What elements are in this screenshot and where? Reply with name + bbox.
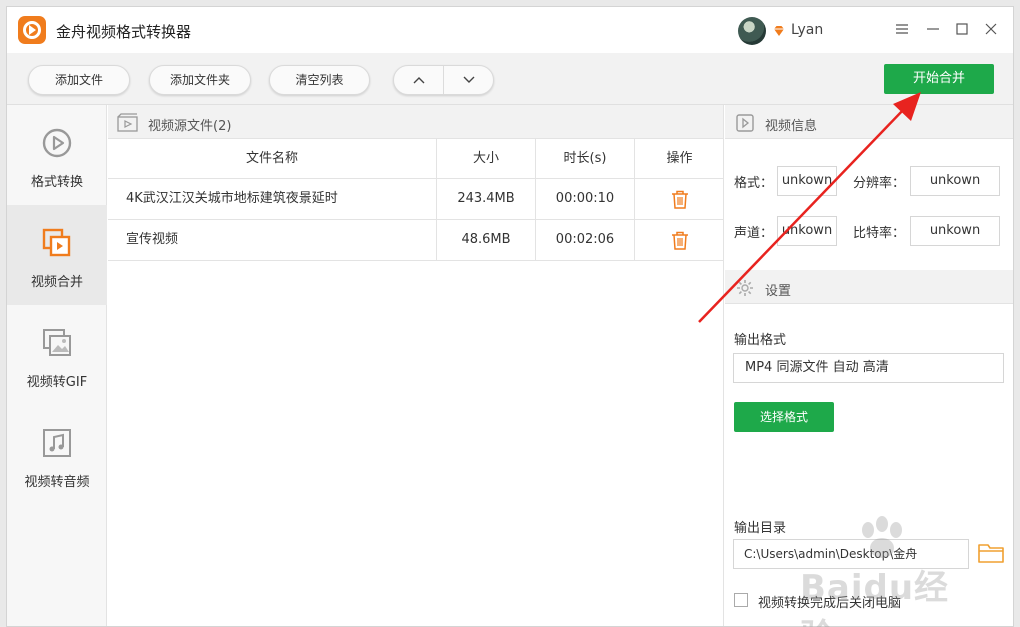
user-avatar[interactable] [738,17,766,45]
file-name: 宣传视频 [108,220,437,260]
column-header-action: 操作 [666,151,693,166]
folder-icon[interactable] [978,542,1004,564]
resolution-label: 分辨率： [853,176,906,191]
output-format-label: 输出格式 [734,333,787,348]
move-up-button[interactable] [394,66,444,94]
video-file-icon [117,113,138,132]
maximize-icon[interactable] [953,20,971,38]
sidebar-item-label: 视频合并 [30,275,83,290]
output-dir-field[interactable]: C:\Users\admin\Desktop\金舟 [733,539,969,569]
output-dir-label: 输出目录 [734,521,787,536]
file-actions [635,179,724,219]
app-logo-icon [18,16,46,44]
clear-list-button[interactable]: 清空列表 [269,65,370,95]
file-list-panel: 视频源文件(2) 文件名称 大小 时长(s) 操作 4K武汉江汉关城市地标建筑夜… [108,105,724,626]
choose-format-button[interactable]: 选择格式 [734,402,834,432]
video-info-header: 视频信息 [725,105,1013,139]
chevron-up-icon [413,77,424,84]
trash-icon[interactable] [671,190,689,209]
sidebar: 格式转换 视频合并 视频转GIF 视频转音频 [7,105,107,626]
app-window: 金舟视频格式转换器 Lyan 添加文件 添加文件夹 清空列表 开始合并 格式转换… [6,6,1014,627]
app-title: 金舟视频格式转换器 [56,23,192,41]
sidebar-item-format-convert[interactable]: 格式转换 [7,105,107,205]
start-merge-button[interactable]: 开始合并 [884,64,994,94]
gear-icon [737,280,753,296]
output-format-field[interactable]: MP4 同源文件 自动 高清 [733,353,1004,383]
table-header: 文件名称 大小 时长(s) 操作 [108,139,724,179]
shutdown-checkbox[interactable] [734,593,748,607]
video-merge-icon [42,228,71,257]
sidebar-item-label: 视频转音频 [24,475,90,490]
play-circle-icon [42,128,72,158]
file-name: 4K武汉江汉关城市地标建筑夜景延时 [108,179,437,219]
file-duration: 00:00:10 [536,179,635,219]
title-bar: 金舟视频格式转换器 Lyan [7,7,1013,53]
image-icon [43,329,71,356]
settings-header: 设置 [725,270,1013,304]
resolution-value: unkown [910,166,1000,196]
video-info-title: 视频信息 [765,119,818,134]
right-panel: 视频信息 格式： unkown 分辨率： unkown 声道： unkown 比… [725,105,1013,626]
vip-diamond-icon [774,26,784,36]
format-label: 格式： [734,176,774,191]
channel-label: 声道： [734,226,774,241]
sidebar-item-video-to-audio[interactable]: 视频转音频 [7,405,107,505]
minimize-icon[interactable] [924,20,942,38]
trash-icon[interactable] [671,231,689,250]
reorder-buttons [393,65,494,95]
sidebar-item-video-to-gif[interactable]: 视频转GIF [7,305,107,405]
file-duration: 00:02:06 [536,220,635,260]
video-info-icon [736,114,754,132]
add-folder-button[interactable]: 添加文件夹 [149,65,251,95]
add-file-button[interactable]: 添加文件 [28,65,130,95]
close-icon[interactable] [982,20,1000,38]
sidebar-item-label: 视频转GIF [26,375,88,390]
menu-icon[interactable] [893,20,911,38]
file-list-title: 视频源文件(2) [148,119,232,134]
channel-value: unkown [777,216,837,246]
file-actions [635,220,724,260]
username[interactable]: Lyan [791,22,823,38]
music-note-icon [43,429,71,457]
move-down-button[interactable] [444,66,494,94]
sidebar-item-video-merge[interactable]: 视频合并 [7,205,107,305]
shutdown-checkbox-label: 视频转换完成后关闭电脑 [758,596,902,611]
column-header-name: 文件名称 [108,139,437,179]
toolbar: 添加文件 添加文件夹 清空列表 [7,53,1013,105]
table-row[interactable]: 4K武汉江汉关城市地标建筑夜景延时 243.4MB 00:00:10 [108,179,724,220]
settings-title: 设置 [765,284,792,299]
bitrate-value: unkown [910,216,1000,246]
bitrate-label: 比特率： [853,226,906,241]
file-size: 48.6MB [437,220,536,260]
sidebar-item-label: 格式转换 [30,175,83,190]
table-row[interactable]: 宣传视频 48.6MB 00:02:06 [108,220,724,261]
column-header-duration: 时长(s) [536,139,635,179]
file-list-header: 视频源文件(2) [108,105,723,139]
chevron-down-icon [463,76,475,83]
format-value: unkown [777,166,837,196]
column-header-size: 大小 [437,139,536,179]
file-size: 243.4MB [437,179,536,219]
